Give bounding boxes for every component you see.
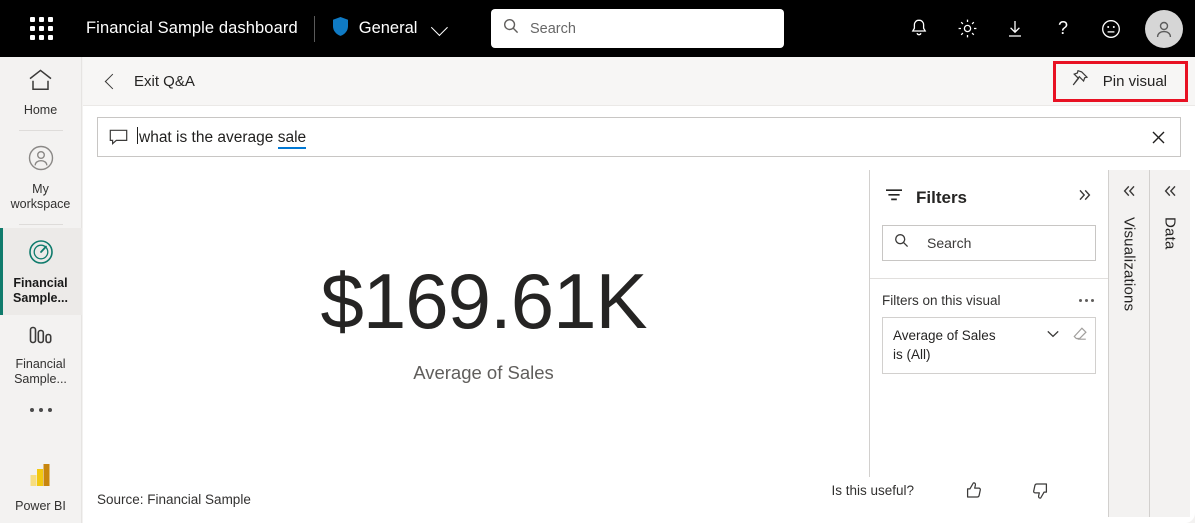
- qna-recognized-term: sale: [277, 129, 307, 149]
- chevron-left-icon: [104, 73, 121, 89]
- header-divider: [313, 15, 315, 42]
- feedback-prompt: Is this useful?: [831, 483, 914, 498]
- thumbs-up-icon[interactable]: [962, 480, 983, 501]
- qna-visual-canvas[interactable]: $169.61K Average of Sales: [97, 170, 870, 475]
- avatar[interactable]: [1145, 9, 1183, 48]
- chevron-double-right-icon[interactable]: [1073, 184, 1096, 211]
- filters-pane: Filters Search Filters on this visual Av…: [869, 170, 1108, 477]
- speech-bubble-icon: [109, 129, 128, 146]
- sidebar-more-options[interactable]: [0, 396, 82, 422]
- source-label: Source: Financial Sample: [97, 492, 251, 507]
- dashboard-gauge-icon: [27, 238, 55, 271]
- person-circle-icon: [27, 144, 55, 177]
- data-pane-collapsed[interactable]: Data: [1149, 170, 1190, 517]
- more-options-icon[interactable]: [1077, 294, 1096, 307]
- waffle-grid-icon: [29, 17, 53, 40]
- chevron-double-left-icon[interactable]: [1159, 180, 1182, 205]
- feedback-smiley-icon[interactable]: [1091, 9, 1131, 49]
- close-icon[interactable]: [1136, 118, 1180, 156]
- thumbs-down-icon[interactable]: [1031, 480, 1052, 501]
- eraser-icon[interactable]: [1072, 326, 1088, 341]
- header-icon-group: ?: [899, 0, 1183, 57]
- visualizations-pane-collapsed[interactable]: Visualizations: [1108, 170, 1149, 517]
- sidebar-item-label: Home: [23, 103, 58, 117]
- shield-icon: [331, 16, 350, 42]
- power-bi-qna-window: Financial Sample dashboard General Searc…: [0, 0, 1195, 523]
- sidebar-item-financial-sample-report[interactable]: Financial Sample...: [0, 315, 82, 396]
- sidebar-item-label: My workspace: [10, 182, 71, 211]
- kpi-label: Average of Sales: [413, 361, 554, 383]
- svg-text:?: ?: [1058, 18, 1068, 38]
- kpi-value: $169.61K: [320, 256, 648, 345]
- exit-qna-button[interactable]: Exit Q&A: [104, 72, 195, 90]
- top-header-bar: Financial Sample dashboard General Searc…: [0, 0, 1195, 57]
- app-launcher-icon[interactable]: [18, 6, 64, 52]
- filter-card-actions: [1046, 326, 1088, 341]
- qna-question-input[interactable]: what is the average sale: [97, 117, 1181, 157]
- pin-visual-label: Pin visual: [1102, 73, 1167, 90]
- search-icon: [894, 233, 909, 253]
- page-title: Financial Sample dashboard: [86, 19, 298, 37]
- notifications-icon[interactable]: [899, 9, 939, 49]
- pin-icon: [1070, 69, 1089, 94]
- filter-card[interactable]: Average of Sales is (All): [882, 317, 1096, 374]
- power-bi-logo: [26, 460, 56, 495]
- visualizations-pane-title: Visualizations: [1120, 217, 1138, 312]
- chevron-down-icon: [431, 18, 449, 36]
- pin-visual-button[interactable]: Pin visual: [1052, 61, 1188, 102]
- search-icon: [503, 18, 519, 39]
- filter-card-value: is (All): [893, 347, 931, 362]
- report-bar-chart-icon: [27, 325, 55, 352]
- filters-section-header: Filters on this visual: [870, 279, 1108, 308]
- filters-search-input[interactable]: Search: [882, 225, 1096, 261]
- settings-gear-icon[interactable]: [947, 9, 987, 49]
- filters-pane-header: Filters: [870, 170, 1108, 225]
- help-icon[interactable]: ?: [1043, 9, 1083, 49]
- left-navigation: Home My workspace Financial Sample... Fi…: [0, 57, 82, 523]
- power-bi-footer-link[interactable]: Power BI: [0, 460, 82, 523]
- sidebar-item-home[interactable]: Home: [0, 57, 82, 127]
- home-icon: [27, 67, 54, 98]
- sidebar-divider: [18, 224, 63, 225]
- qna-question-prefix: what is the average: [139, 129, 278, 146]
- sidebar-divider: [18, 130, 63, 131]
- qna-toolbar: Exit Q&A Pin visual: [83, 57, 1195, 106]
- filters-search-placeholder: Search: [927, 235, 972, 251]
- chevron-down-icon[interactable]: [1046, 329, 1060, 339]
- sidebar-item-financial-sample-dashboard[interactable]: Financial Sample...: [0, 228, 82, 315]
- exit-qna-label: Exit Q&A: [134, 72, 195, 90]
- data-pane-title: Data: [1161, 217, 1179, 250]
- sidebar-item-label: Financial Sample...: [14, 357, 67, 386]
- qna-surface: Exit Q&A Pin visual what is the average …: [83, 57, 1195, 523]
- workspace-selector[interactable]: General: [331, 16, 449, 42]
- feedback-row: Is this useful?: [831, 480, 1052, 501]
- filter-icon: [884, 187, 904, 208]
- filters-section-label: Filters on this visual: [882, 293, 1001, 308]
- qna-question-text: what is the average sale: [137, 125, 307, 149]
- download-icon[interactable]: [995, 9, 1035, 49]
- global-search-placeholder: Search: [530, 20, 576, 37]
- sidebar-item-label: Financial Sample...: [13, 276, 68, 305]
- filters-pane-title: Filters: [916, 187, 968, 207]
- text-cursor: [137, 127, 138, 144]
- global-search-input[interactable]: Search: [491, 9, 784, 48]
- chevron-double-left-icon[interactable]: [1118, 180, 1141, 205]
- workspace-label: General: [358, 19, 418, 37]
- sidebar-item-my-workspace[interactable]: My workspace: [0, 134, 82, 221]
- power-bi-footer-label: Power BI: [15, 499, 66, 513]
